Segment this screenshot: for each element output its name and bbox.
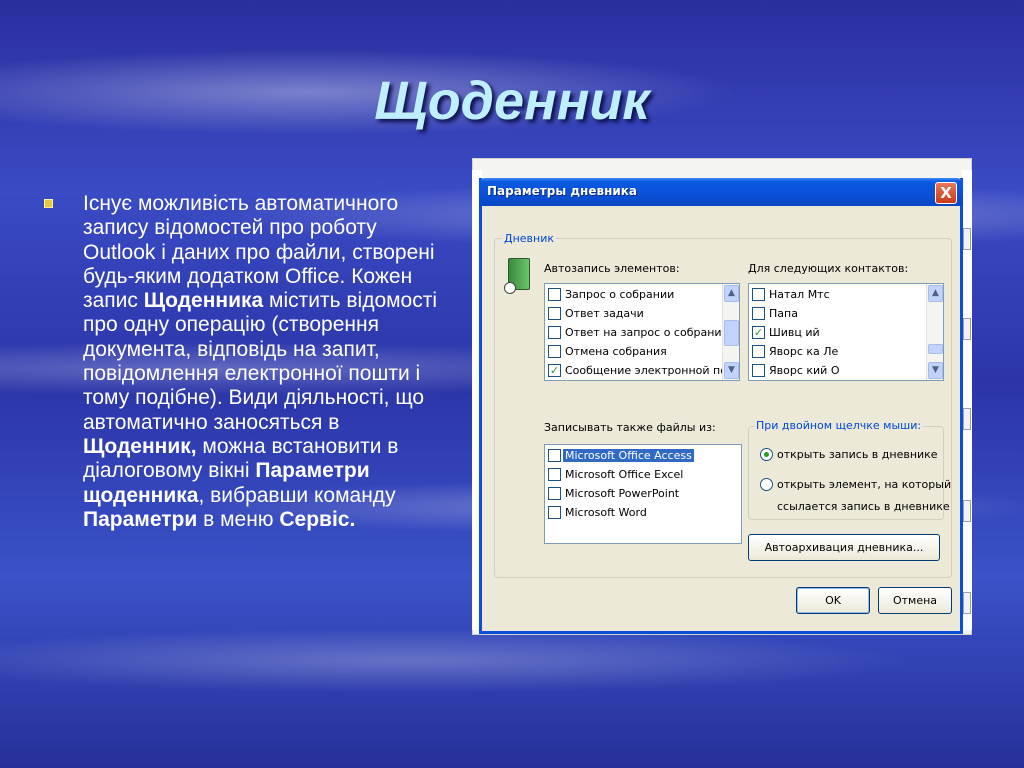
autoarchive-button[interactable]: Автоархивация дневника... (748, 534, 940, 561)
autorecord-label: Автозапись элементов: (544, 262, 680, 275)
dialog-titlebar[interactable]: Параметры дневника X (479, 178, 963, 206)
checkbox[interactable] (752, 307, 765, 320)
list-item-label: Отмена собрания (565, 345, 667, 358)
list-item[interactable]: Ответ на запрос о собрании (545, 323, 739, 342)
background-control (963, 318, 971, 340)
scroll-thumb[interactable] (724, 320, 739, 346)
text-run: , вибравши команду (198, 483, 396, 507)
scroll-down-icon[interactable]: ▼ (928, 362, 943, 379)
background-control (963, 408, 971, 430)
list-item-label: Папа (769, 307, 798, 320)
journal-group-legend: Дневник (502, 232, 557, 245)
scroll-thumb[interactable] (928, 344, 943, 354)
bold-run: Параметри (83, 507, 198, 531)
list-item[interactable]: ✓ Шивц ий (749, 323, 943, 342)
bullet-paragraph: Існує можливість автоматичного запису ві… (44, 192, 454, 532)
background-control (963, 500, 971, 522)
bullet-icon (44, 199, 53, 208)
list-item[interactable]: ✓ Сообщение электронной почты (545, 361, 739, 380)
checkbox[interactable] (752, 345, 765, 358)
list-item-label: Microsoft Office Excel (565, 468, 684, 481)
list-item[interactable]: Яворс кий О (749, 361, 943, 380)
ok-button[interactable]: OK (796, 587, 870, 614)
list-item[interactable]: Запрос о собрании (545, 285, 739, 304)
list-item-label: Натал Мтс (769, 288, 830, 301)
scroll-up-icon[interactable]: ▲ (928, 285, 943, 302)
bold-run: Щоденник, (83, 434, 197, 458)
list-item-label: Шивц ий (769, 326, 820, 339)
checkbox[interactable] (548, 345, 561, 358)
contacts-label: Для следующих контактов: (748, 262, 909, 275)
bold-run: Сервіс. (279, 507, 356, 531)
list-item[interactable]: Яворс ка Ле (749, 342, 943, 361)
list-item-label: Яворс ка Ле (769, 345, 839, 358)
checkbox-checked[interactable]: ✓ (548, 364, 561, 377)
files-list[interactable]: Microsoft Office Access Microsoft Office… (544, 444, 742, 544)
list-item[interactable]: Microsoft PowerPoint (545, 484, 741, 503)
checkbox[interactable] (752, 364, 765, 377)
background-control (963, 592, 971, 614)
radio-button-selected[interactable] (760, 448, 773, 461)
cancel-button[interactable]: Отмена (878, 587, 952, 614)
scroll-down-icon[interactable]: ▼ (724, 362, 739, 379)
radio-button[interactable] (760, 478, 773, 491)
list-item[interactable]: Папа (749, 304, 943, 323)
dialog-title: Параметры дневника (487, 184, 638, 198)
vertical-scrollbar[interactable]: ▲ ▼ (722, 284, 739, 380)
close-icon[interactable]: X (935, 182, 957, 204)
contacts-list[interactable]: Натал Мтс Папа ✓ Шивц ий Яворс ка Ле Явор… (748, 283, 944, 381)
list-item[interactable]: Натал Мтс (749, 285, 943, 304)
list-item[interactable]: Microsoft Office Excel (545, 465, 741, 484)
list-item[interactable]: Microsoft Office Access (545, 446, 741, 465)
list-item-label: Microsoft Office Access (563, 449, 694, 462)
vertical-scrollbar[interactable]: ▲ ▼ (926, 284, 943, 380)
list-item-label: Запрос о собрании (565, 288, 675, 301)
checkbox[interactable] (548, 468, 561, 481)
list-item-label: Ответ задачи (565, 307, 644, 320)
list-item-label: Яворс кий О (769, 364, 840, 377)
list-item[interactable]: Ответ задачи (545, 304, 739, 323)
autorecord-list[interactable]: Запрос о собрании Ответ задачи Ответ на … (544, 283, 740, 381)
list-item-label: Сообщение электронной почты (565, 364, 740, 377)
scroll-up-icon[interactable]: ▲ (724, 285, 739, 302)
list-item-label: Microsoft PowerPoint (565, 487, 680, 500)
files-label: Записывать также файлы из: (544, 421, 716, 434)
checkbox[interactable] (548, 307, 561, 320)
slide-title: Щоденник (374, 71, 650, 131)
radio-label-continued: ссылается запись в дневнике (777, 500, 950, 513)
checkbox[interactable] (752, 288, 765, 301)
checkbox[interactable] (548, 506, 561, 519)
dblclick-group-legend: При двойном щелчке мыши: (754, 419, 924, 432)
checkbox[interactable] (548, 449, 561, 462)
journal-options-dialog: Параметры дневника X Дневник Автозапись … (479, 178, 963, 634)
checkbox[interactable] (548, 288, 561, 301)
list-item[interactable]: Microsoft Word (545, 503, 741, 522)
list-item[interactable]: Отмена собрания (545, 342, 739, 361)
radio-label: открыть элемент, на который (777, 478, 952, 491)
bullet-text: Існує можливість автоматичного запису ві… (83, 192, 454, 532)
list-item-label: Ответ на запрос о собрании (565, 326, 729, 339)
list-item-label: Microsoft Word (565, 506, 647, 519)
background-control (963, 228, 971, 250)
checkbox[interactable] (548, 326, 561, 339)
text-run: в меню (197, 507, 280, 531)
clock-icon (504, 282, 516, 294)
bold-run: Щоденника (143, 289, 264, 313)
radio-label: открыть запись в дневнике (777, 448, 938, 461)
checkbox[interactable] (548, 487, 561, 500)
checkbox-checked[interactable]: ✓ (752, 326, 765, 339)
